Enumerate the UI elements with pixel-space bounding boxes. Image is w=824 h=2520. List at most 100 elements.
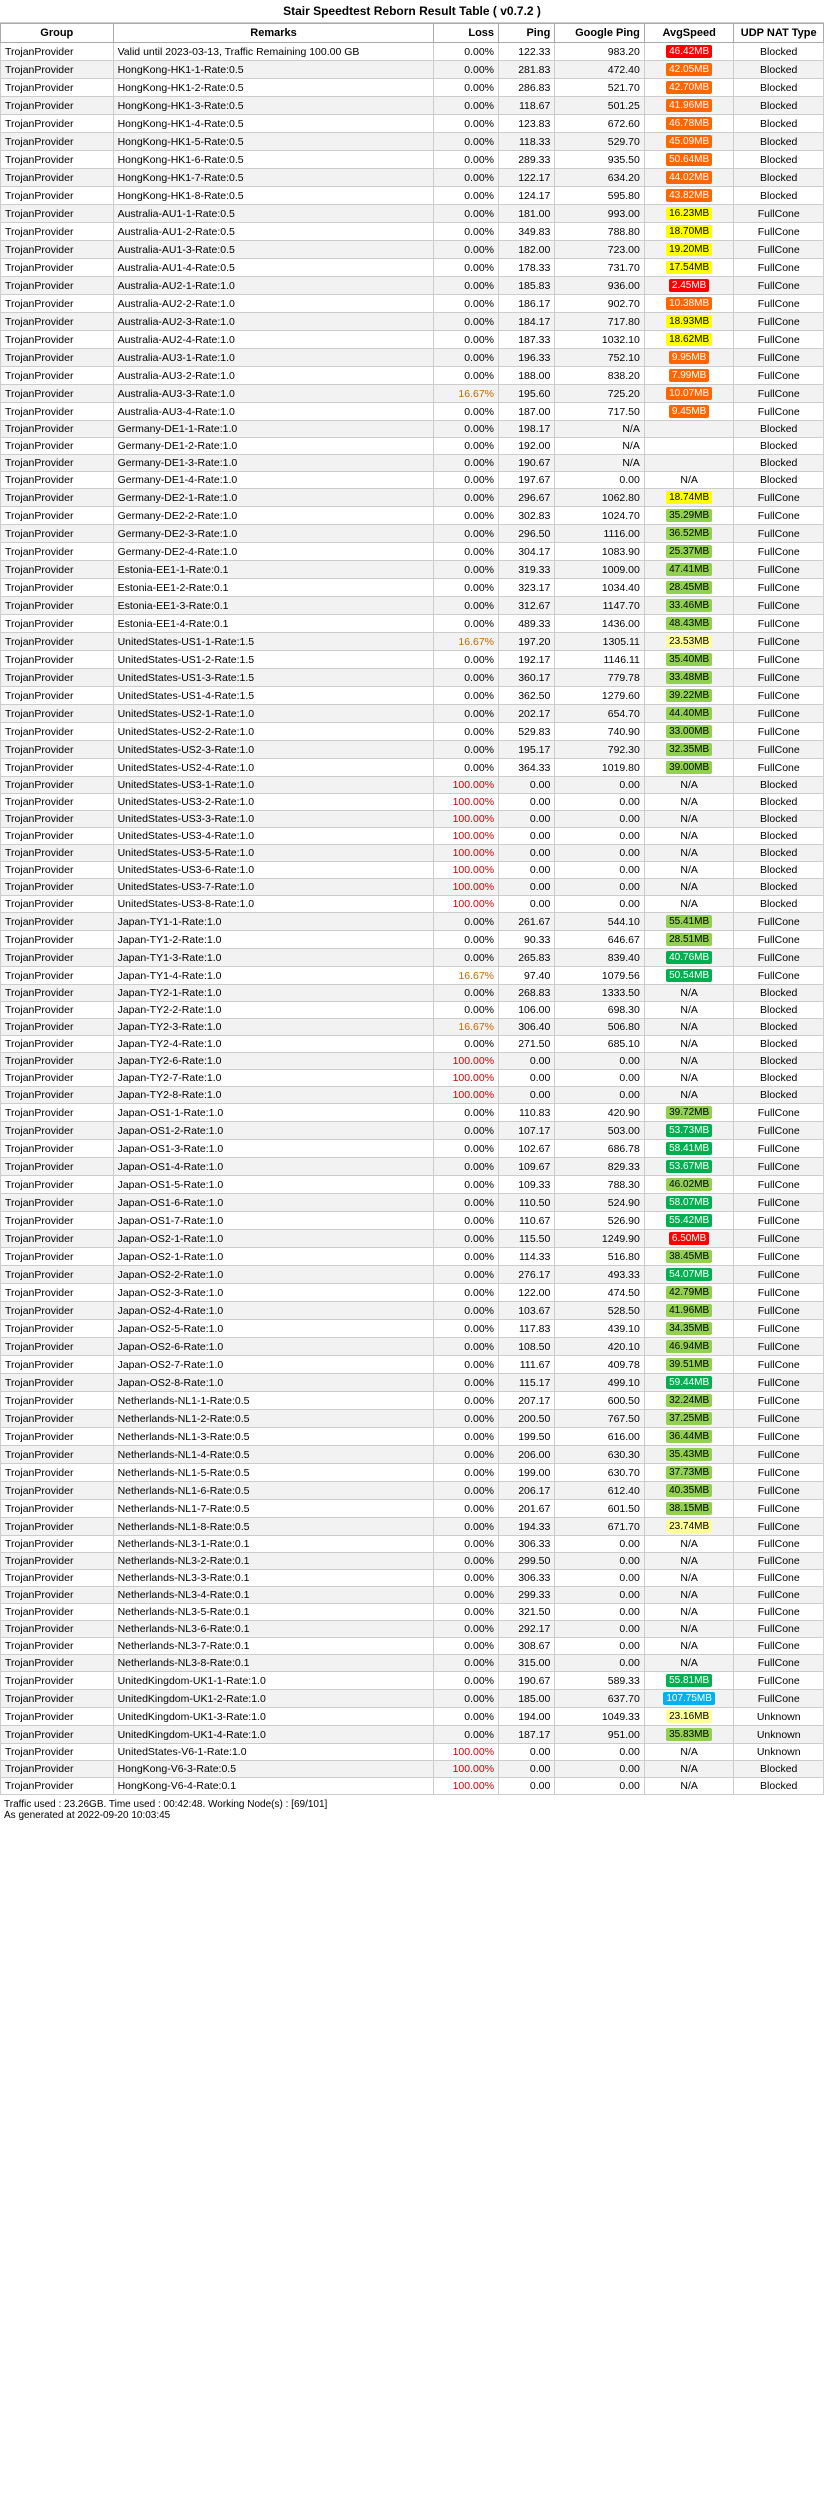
cell-speed: 35.40MB [644,651,734,669]
cell-nat: FullCone [734,1446,824,1464]
cell-ping: 292.17 [499,1621,555,1638]
cell-ping: 115.50 [499,1230,555,1248]
cell-loss: 0.00% [434,1140,499,1158]
cell-ping: 299.33 [499,1587,555,1604]
cell-nat: FullCone [734,241,824,259]
cell-ping: 281.83 [499,61,555,79]
table-row: TrojanProviderNetherlands-NL1-8-Rate:0.5… [1,1518,824,1536]
cell-nat: Blocked [734,438,824,455]
table-row: TrojanProviderNetherlands-NL1-2-Rate:0.5… [1,1410,824,1428]
cell-group: TrojanProvider [1,1176,114,1194]
cell-ping: 192.17 [499,651,555,669]
cell-loss: 16.67% [434,967,499,985]
header-group: Group [1,24,114,43]
table-row: TrojanProviderAustralia-AU2-2-Rate:1.00.… [1,295,824,313]
cell-remarks: Netherlands-NL3-2-Rate:0.1 [113,1553,434,1570]
cell-gping: 779.78 [555,669,645,687]
cell-loss: 0.00% [434,1248,499,1266]
cell-remarks: Australia-AU1-2-Rate:0.5 [113,223,434,241]
cell-group: TrojanProvider [1,1212,114,1230]
cell-loss: 0.00% [434,295,499,313]
cell-nat: FullCone [734,1122,824,1140]
cell-gping: 0.00 [555,1053,645,1070]
cell-gping: 951.00 [555,1726,645,1744]
cell-nat: FullCone [734,403,824,421]
cell-nat: Blocked [734,115,824,133]
cell-nat: Blocked [734,43,824,61]
cell-remarks: Estonia-EE1-2-Rate:0.1 [113,579,434,597]
cell-gping: 1034.40 [555,579,645,597]
cell-loss: 100.00% [434,1778,499,1795]
cell-nat: FullCone [734,949,824,967]
cell-gping: 0.00 [555,1744,645,1761]
cell-loss: 0.00% [434,1621,499,1638]
cell-speed: 107.75MB [644,1690,734,1708]
header-remarks: Remarks [113,24,434,43]
cell-nat: FullCone [734,1212,824,1230]
cell-ping: 362.50 [499,687,555,705]
cell-group: TrojanProvider [1,489,114,507]
cell-speed: N/A [644,862,734,879]
cell-nat: FullCone [734,651,824,669]
cell-remarks: Japan-TY1-1-Rate:1.0 [113,913,434,931]
cell-remarks: UnitedKingdom-UK1-2-Rate:1.0 [113,1690,434,1708]
cell-speed: 32.35MB [644,741,734,759]
cell-gping: 506.80 [555,1019,645,1036]
cell-gping: 528.50 [555,1302,645,1320]
table-row: TrojanProviderHongKong-V6-4-Rate:0.1100.… [1,1778,824,1795]
cell-group: TrojanProvider [1,1158,114,1176]
cell-speed: N/A [644,1638,734,1655]
cell-nat: FullCone [734,931,824,949]
cell-gping: 630.30 [555,1446,645,1464]
cell-gping: 1079.56 [555,967,645,985]
cell-gping: 0.00 [555,1655,645,1672]
cell-ping: 117.83 [499,1320,555,1338]
cell-gping: 630.70 [555,1464,645,1482]
cell-loss: 100.00% [434,1744,499,1761]
cell-remarks: UnitedStates-US2-4-Rate:1.0 [113,759,434,777]
cell-nat: FullCone [734,1655,824,1672]
cell-remarks: Japan-TY2-6-Rate:1.0 [113,1053,434,1070]
cell-ping: 178.33 [499,259,555,277]
cell-loss: 0.00% [434,241,499,259]
cell-remarks: Japan-OS2-1-Rate:1.0 [113,1230,434,1248]
cell-ping: 261.67 [499,913,555,931]
cell-remarks: UnitedStates-US2-2-Rate:1.0 [113,723,434,741]
cell-gping: 698.30 [555,1002,645,1019]
table-row: TrojanProviderNetherlands-NL3-2-Rate:0.1… [1,1553,824,1570]
cell-speed: 18.93MB [644,313,734,331]
cell-ping: 110.50 [499,1194,555,1212]
cell-nat: FullCone [734,1158,824,1176]
table-row: TrojanProviderAustralia-AU3-2-Rate:1.00.… [1,367,824,385]
table-row: TrojanProviderEstonia-EE1-3-Rate:0.10.00… [1,597,824,615]
cell-remarks: Japan-OS1-6-Rate:1.0 [113,1194,434,1212]
cell-ping: 102.67 [499,1140,555,1158]
cell-gping: 792.30 [555,741,645,759]
cell-speed: 23.53MB [644,633,734,651]
cell-group: TrojanProvider [1,1248,114,1266]
cell-ping: 111.67 [499,1356,555,1374]
cell-remarks: Netherlands-NL1-4-Rate:0.5 [113,1446,434,1464]
table-row: TrojanProviderUnitedStates-US3-7-Rate:1.… [1,879,824,896]
cell-loss: 100.00% [434,1053,499,1070]
cell-gping: 1024.70 [555,507,645,525]
table-header-row: Group Remarks Loss Ping Google Ping AvgS… [1,24,824,43]
cell-speed: 35.43MB [644,1446,734,1464]
cell-remarks: Netherlands-NL1-7-Rate:0.5 [113,1500,434,1518]
cell-ping: 308.67 [499,1638,555,1655]
cell-gping: 589.33 [555,1672,645,1690]
cell-loss: 0.00% [434,438,499,455]
cell-gping: 936.00 [555,277,645,295]
cell-remarks: Australia-AU3-2-Rate:1.0 [113,367,434,385]
cell-nat: FullCone [734,615,824,633]
table-row: TrojanProviderJapan-OS2-8-Rate:1.00.00%1… [1,1374,824,1392]
cell-group: TrojanProvider [1,741,114,759]
cell-nat: FullCone [734,705,824,723]
cell-group: TrojanProvider [1,1570,114,1587]
cell-gping: 0.00 [555,1587,645,1604]
cell-remarks: HongKong-HK1-4-Rate:0.5 [113,115,434,133]
table-row: TrojanProviderNetherlands-NL3-4-Rate:0.1… [1,1587,824,1604]
cell-remarks: Japan-OS1-2-Rate:1.0 [113,1122,434,1140]
table-row: TrojanProviderNetherlands-NL1-7-Rate:0.5… [1,1500,824,1518]
cell-group: TrojanProvider [1,277,114,295]
